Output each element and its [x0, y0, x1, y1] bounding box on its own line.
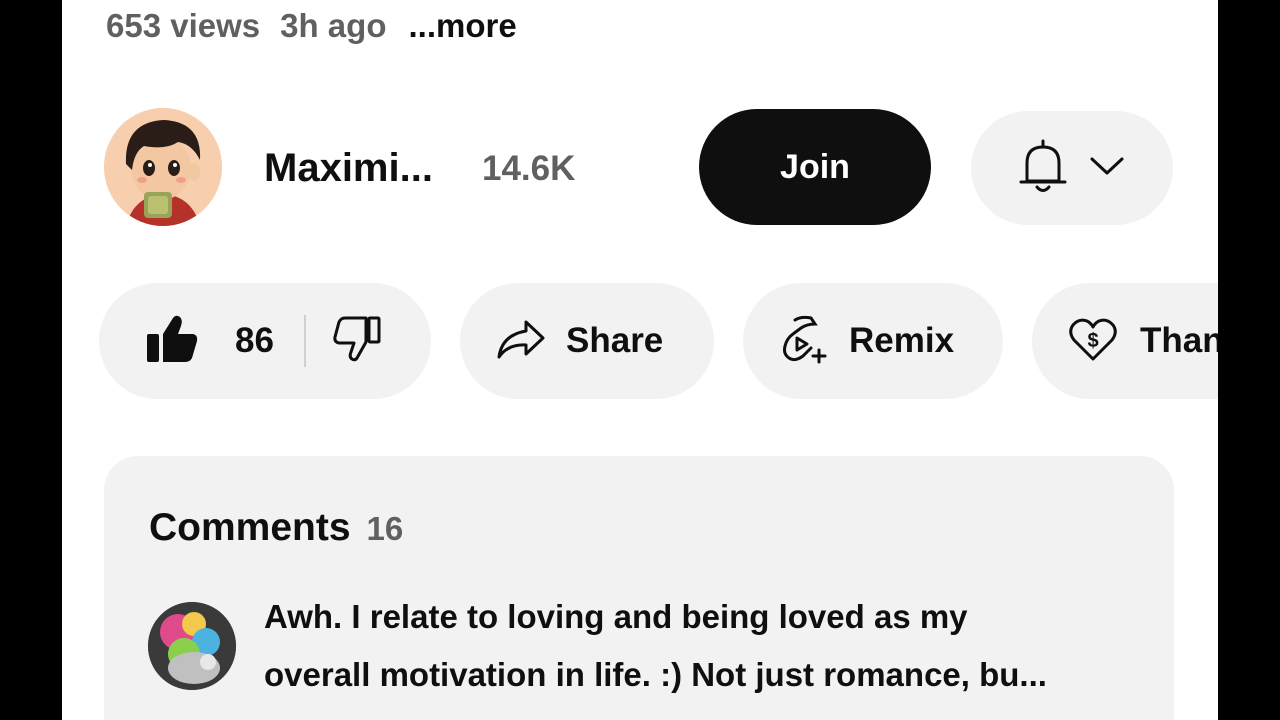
view-count: 653 views: [106, 7, 261, 44]
chevron-down-icon: [1089, 155, 1125, 182]
channel-avatar-image: [104, 108, 222, 226]
subscriber-count: 14.6K: [482, 149, 576, 188]
remix-icon: [781, 314, 829, 369]
channel-avatar[interactable]: [104, 108, 222, 226]
bell-icon: [1019, 137, 1067, 200]
thumbs-up-icon: [145, 314, 199, 369]
thumbs-down-icon: [331, 316, 381, 367]
upload-age: 3h ago: [280, 7, 387, 44]
left-letterbox: [0, 0, 62, 720]
comments-title: Comments: [149, 506, 351, 549]
svg-text:$: $: [1087, 330, 1098, 352]
thanks-label: Than: [1140, 321, 1218, 360]
share-arrow-icon: [496, 319, 546, 364]
comments-count: 16: [366, 510, 404, 547]
commenter-avatar[interactable]: [148, 602, 236, 690]
join-button[interactable]: Join: [699, 109, 931, 225]
comment-line: overall motivation in life. :) Not just …: [264, 656, 1047, 693]
top-comment-text: Awh. I relate to loving and being loved …: [264, 588, 1144, 704]
video-details-panel: 653 views 3h ago ...more Maximi... 14.6K…: [62, 0, 1218, 720]
share-button[interactable]: Share: [460, 283, 714, 399]
like-dislike-group: 86: [99, 283, 431, 399]
share-label: Share: [566, 321, 664, 360]
heart-dollar-icon: $: [1068, 316, 1118, 367]
dislike-button[interactable]: [306, 283, 406, 399]
notification-button[interactable]: [971, 111, 1173, 225]
remix-button[interactable]: Remix: [743, 283, 1003, 399]
comments-section[interactable]: Comments 16 Awh. I relate to loving and …: [104, 456, 1174, 720]
comments-header: Comments 16: [149, 506, 403, 550]
like-button[interactable]: 86: [99, 283, 304, 399]
video-meta-row[interactable]: 653 views 3h ago ...more: [106, 4, 517, 48]
more-link[interactable]: ...more: [408, 7, 516, 45]
right-letterbox: [1218, 0, 1280, 720]
remix-label: Remix: [849, 321, 955, 360]
action-buttons-row: 86 Share Remix $ Than: [62, 283, 1218, 399]
thanks-button[interactable]: $ Than: [1032, 283, 1218, 399]
channel-row: Maximi... 14.6K Join: [62, 108, 1218, 226]
like-count: 86: [235, 321, 274, 360]
channel-name[interactable]: Maximi...: [264, 146, 433, 191]
commenter-avatar-image: [148, 602, 236, 690]
comment-line: Awh. I relate to loving and being loved …: [264, 598, 968, 635]
